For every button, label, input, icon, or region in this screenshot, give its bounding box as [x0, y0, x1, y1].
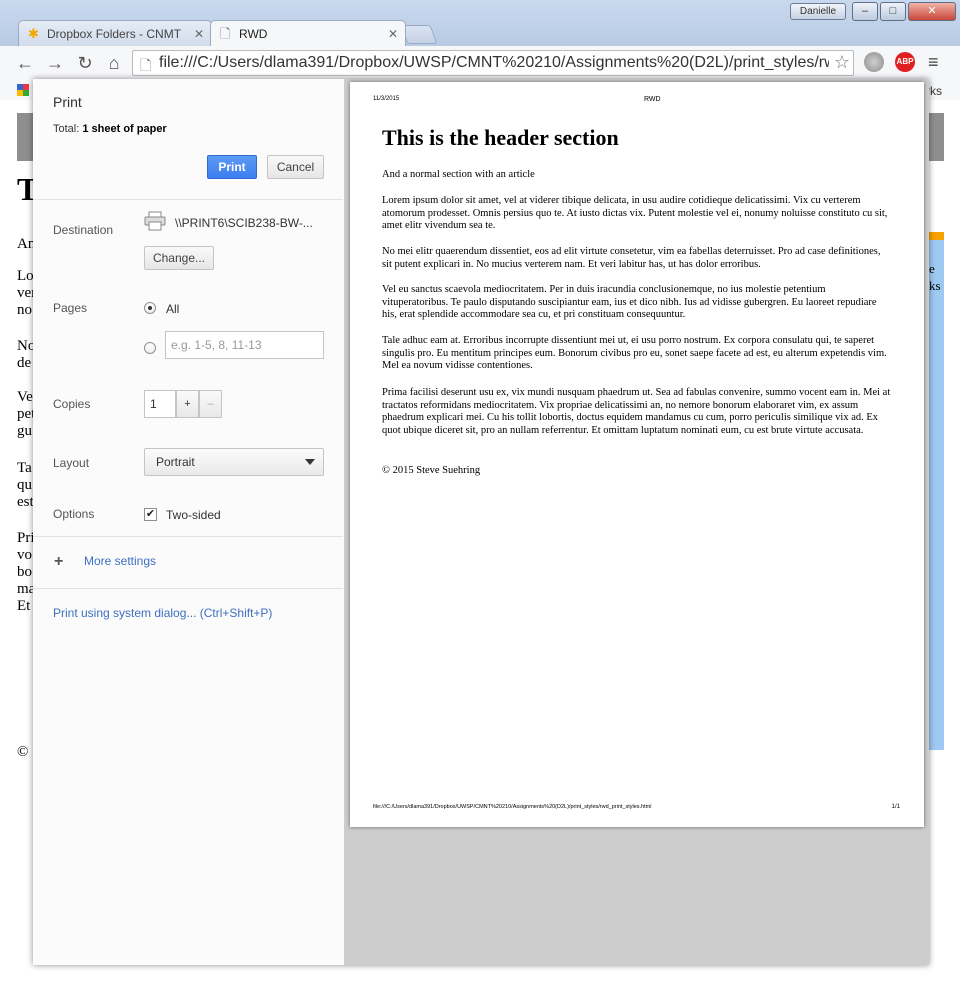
- home-icon[interactable]: ⌂: [101, 50, 127, 76]
- page-text-fragment: gu: [17, 423, 32, 439]
- print-preview-page: 11/3/2015 RWD This is the header section…: [350, 82, 924, 827]
- preview-paragraph: And a normal section with an article: [382, 169, 535, 180]
- destination-label: Destination: [53, 223, 114, 237]
- browser-menu-icon[interactable]: ≡: [928, 52, 939, 73]
- divider: [33, 536, 343, 537]
- layout-select[interactable]: Portrait: [144, 448, 324, 476]
- page-text-fragment: qu: [17, 477, 32, 493]
- pages-label: Pages: [53, 301, 88, 315]
- adblock-plus-icon[interactable]: ABP: [895, 52, 915, 72]
- page-text-fragment: Ve: [17, 389, 33, 405]
- change-destination-button[interactable]: Change...: [144, 246, 214, 270]
- cancel-button[interactable]: Cancel: [267, 155, 324, 179]
- pages-all-radio[interactable]: [144, 302, 156, 314]
- page-icon: 🗋: [220, 26, 231, 41]
- page-range-input[interactable]: e.g. 1-5, 8, 11-13: [165, 331, 324, 359]
- minimize-button[interactable]: ‒: [852, 2, 878, 21]
- chevron-down-icon: [305, 459, 315, 465]
- address-bar[interactable]: 🗋 file:///C:/Users/dlama391/Dropbox/UWSP…: [132, 50, 854, 76]
- copies-label: Copies: [53, 397, 91, 411]
- sheet-total: Total: 1 sheet of paper: [53, 123, 167, 135]
- system-dialog-link[interactable]: Print using system dialog... (Ctrl+Shift…: [53, 606, 272, 620]
- page-text-fragment: ©: [17, 744, 29, 760]
- file-icon: 🗋: [140, 57, 152, 73]
- preview-page-title: RWD: [644, 96, 661, 103]
- copies-increment-button[interactable]: +: [176, 390, 199, 418]
- preview-paragraph: No mei elitr quaerendum dissentiet, eos …: [382, 246, 881, 270]
- back-arrow-icon[interactable]: ←: [12, 50, 38, 76]
- preview-paragraph: © 2015 Steve Suehring: [382, 465, 481, 476]
- more-settings-link[interactable]: More settings: [84, 554, 156, 568]
- close-tab-icon[interactable]: ✕: [388, 21, 398, 46]
- preview-footer-url: file:///C:/Users/dlama391/Dropbox/UWSP/C…: [373, 804, 652, 810]
- divider: [33, 588, 343, 589]
- page-text-fragment: Pri: [17, 530, 35, 546]
- options-label: Options: [53, 507, 95, 521]
- layout-label: Layout: [53, 456, 90, 470]
- page-text-fragment: Et: [17, 598, 31, 614]
- copies-decrement-button[interactable]: –: [199, 390, 222, 418]
- maximize-button[interactable]: □: [880, 2, 906, 21]
- printer-icon: [144, 211, 166, 231]
- page-text-fragment: Lo: [17, 268, 34, 284]
- page-text-fragment: bo: [17, 564, 32, 580]
- dialog-title: Print: [53, 94, 82, 110]
- pages-all-label: All: [166, 302, 180, 316]
- preview-header: This is the header section: [382, 125, 619, 150]
- close-tab-icon[interactable]: ✕: [194, 21, 204, 46]
- preview-paragraph: Prima facilisi deserunt usu ex, vix mund…: [382, 387, 891, 437]
- close-window-button[interactable]: ✕: [908, 2, 956, 21]
- shield-extension-icon[interactable]: [864, 52, 884, 72]
- print-button[interactable]: Print: [207, 155, 257, 179]
- page-text-fragment: vo: [17, 547, 32, 563]
- preview-paragraph: Vel eu sanctus scaevola mediocritatem. P…: [382, 284, 877, 321]
- sidebar-text-fragment: e: [929, 261, 935, 276]
- total-label: Total:: [53, 123, 80, 135]
- page-text-fragment: no: [17, 302, 32, 318]
- reload-icon[interactable]: ↻: [72, 50, 98, 76]
- browser-toolbar: ← → ↻ ⌂ 🗋 file:///C:/Users/dlama391/Drop…: [0, 46, 960, 81]
- preview-paragraph: Tale adhuc eam at. Erroribus incorrupte …: [382, 335, 887, 372]
- forward-arrow-icon[interactable]: →: [42, 50, 68, 76]
- apps-grid-icon[interactable]: [17, 84, 29, 96]
- print-dialog: Print Total: 1 sheet of paper Print Canc…: [33, 79, 929, 965]
- print-settings-panel: Print Total: 1 sheet of paper Print Canc…: [33, 79, 345, 965]
- two-sided-label: Two-sided: [166, 508, 221, 522]
- page-text-fragment: de: [17, 355, 32, 371]
- preview-page-number: 1/1: [891, 804, 900, 810]
- total-value: 1 sheet of paper: [82, 123, 167, 135]
- dropbox-icon: ✱: [28, 26, 39, 41]
- copies-input[interactable]: 1: [144, 390, 176, 418]
- tab-dropbox-folders[interactable]: ✱ Dropbox Folders - CNMT ✕: [18, 20, 212, 46]
- window-titlebar: Danielle ‒ □ ✕ ✱ Dropbox Folders - CNMT …: [0, 0, 960, 46]
- two-sided-checkbox[interactable]: ✔: [144, 508, 157, 521]
- tab-title: RWD: [239, 27, 268, 41]
- tab-rwd[interactable]: 🗋 RWD ✕: [210, 20, 406, 46]
- preview-paragraph: Lorem ipsum dolor sit amet, vel at vider…: [382, 195, 888, 232]
- pages-range-radio[interactable]: [144, 342, 156, 354]
- address-url[interactable]: file:///C:/Users/dlama391/Dropbox/UWSP/C…: [159, 51, 829, 75]
- divider: [33, 199, 343, 200]
- sidebar-text-fragment: ks: [929, 278, 941, 293]
- preview-date: 11/3/2015: [373, 96, 400, 102]
- bookmark-star-icon[interactable]: ☆: [834, 52, 850, 73]
- page-sidebar: [928, 232, 944, 750]
- tab-title: Dropbox Folders - CNMT: [47, 27, 182, 41]
- page-text-fragment: est: [17, 494, 34, 510]
- new-tab-button[interactable]: [400, 25, 438, 44]
- user-profile-badge[interactable]: Danielle: [790, 3, 846, 20]
- page-text-fragment: Ta: [17, 460, 32, 476]
- layout-selected-value: Portrait: [156, 455, 195, 469]
- plus-icon[interactable]: +: [54, 553, 63, 571]
- destination-printer-name: \\PRINT6\SCIB238-BW-...: [175, 216, 313, 230]
